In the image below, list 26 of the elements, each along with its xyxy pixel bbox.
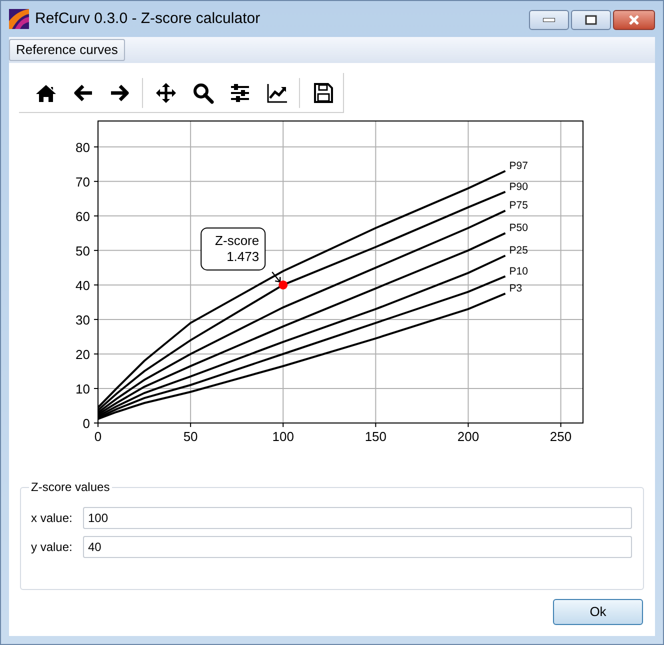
field-label: x value:: [31, 510, 74, 527]
y-tick-label: 30: [76, 312, 90, 328]
y-tick-label: 60: [76, 208, 90, 224]
y-tick-label: 50: [76, 243, 90, 258]
x-tick-label: 250: [550, 429, 572, 444]
x-tick-label: 50: [183, 429, 198, 444]
x-tick-label: 200: [457, 429, 480, 444]
curve-label: P75: [509, 200, 528, 212]
y-tick-label: 70: [76, 174, 90, 190]
curve-label: P97: [509, 160, 528, 172]
curve-label: P25: [509, 244, 528, 257]
y-tick-label: 20: [76, 346, 90, 362]
curve-label: P3: [509, 282, 522, 295]
x-tick-label: 0: [94, 429, 102, 444]
x-tick-label: 100: [272, 429, 294, 444]
curve-label: P50: [509, 222, 528, 234]
window-title: RefCurv 0.3.0 - Z-score calculator: [35, 8, 260, 29]
curve-label: P90: [509, 180, 528, 193]
callout-text: Z-score 1.473: [215, 232, 260, 264]
y-tick-label: 10: [76, 381, 90, 396]
y-tick-label: 80: [76, 140, 90, 155]
y-tick-label: 40: [76, 278, 90, 293]
x-tick-label: 150: [364, 429, 387, 444]
curve-label: P10: [509, 265, 528, 278]
y-tick-label: 0: [82, 416, 90, 431]
field-label: y value:: [31, 539, 74, 556]
